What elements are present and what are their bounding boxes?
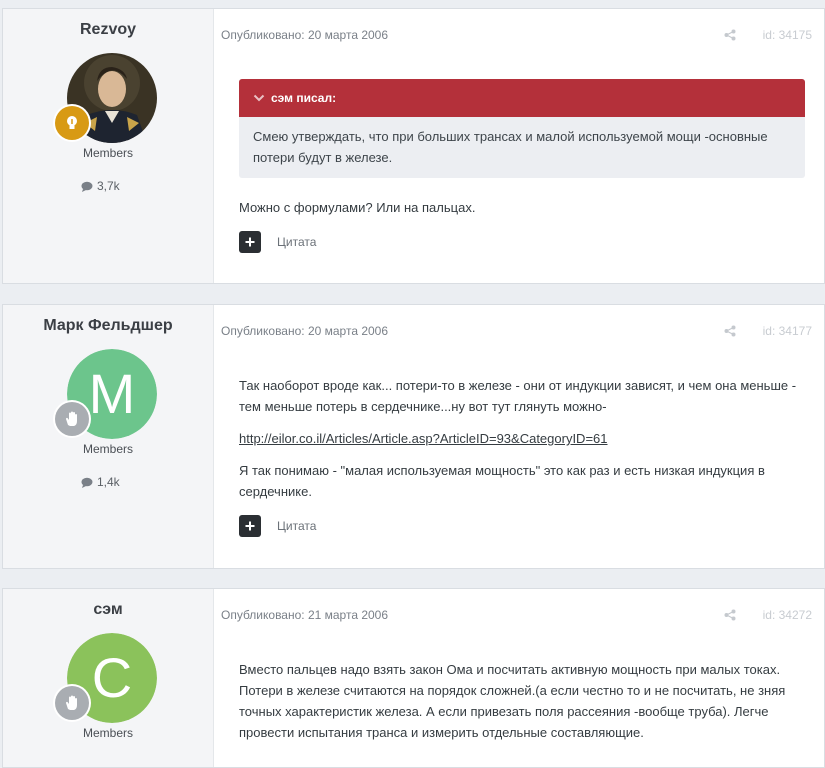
quote-button[interactable]: Цитата <box>239 231 316 253</box>
share-icon[interactable] <box>724 29 736 44</box>
rank-badge <box>55 686 89 720</box>
post-id[interactable]: id: 34177 <box>763 324 812 338</box>
external-link[interactable]: http://eilor.co.il/Articles/Article.asp?… <box>239 431 608 446</box>
quote-button-label: Цитата <box>277 519 317 533</box>
post-date[interactable]: Опубликовано: 21 марта 2006 <box>221 608 388 622</box>
post-content: Опубликовано: 20 марта 2006 id: 34175 сэ… <box>213 9 824 283</box>
post-content: Опубликовано: 20 марта 2006 id: 34177 Та… <box>213 305 824 568</box>
post-34177: Марк Фельдшер M Members 1,4k Опубликован… <box>2 304 825 569</box>
post-34175: Rezvoy Members 3,7k Опубликовано: 20 мар… <box>2 8 825 284</box>
quote-text: Смею утверждать, что при больших трансах… <box>253 129 768 165</box>
hand-icon <box>66 695 77 710</box>
post-date[interactable]: Опубликовано: 20 марта 2006 <box>221 28 388 42</box>
post-id[interactable]: id: 34175 <box>763 28 812 42</box>
comment-icon <box>81 181 93 192</box>
author-name[interactable]: Марк Фельдшер <box>3 317 213 335</box>
quote-header[interactable]: сэм писал: <box>239 79 805 117</box>
hand-icon <box>66 411 77 426</box>
post-body-paragraph: Я так понимаю - "малая используемая мощн… <box>239 463 765 499</box>
post-count: 3,7k <box>81 179 120 193</box>
quote-button[interactable]: Цитата <box>239 515 316 537</box>
rank-badge <box>55 402 89 436</box>
post-date[interactable]: Опубликовано: 20 марта 2006 <box>221 324 388 338</box>
post-body: Вместо пальцев надо взять закон Ома и по… <box>239 662 786 740</box>
plus-icon <box>239 231 261 253</box>
member-group: Members <box>82 726 133 740</box>
author-name[interactable]: сэм <box>3 601 213 619</box>
lightbulb-icon <box>67 116 77 129</box>
post-content: Опубликовано: 21 марта 2006 id: 34272 Вм… <box>213 589 824 767</box>
post-count-value: 3,7k <box>97 179 120 193</box>
quote-block: сэм писал: Смею утверждать, что при боль… <box>239 79 805 178</box>
plus-icon <box>239 515 261 537</box>
chevron-down-icon <box>253 94 265 102</box>
author-panel: Rezvoy Members 3,7k <box>3 9 214 283</box>
author-panel: Марк Фельдшер M Members 1,4k <box>3 305 214 568</box>
author-panel: сэм C Members <box>3 589 214 767</box>
author-name[interactable]: Rezvoy <box>3 21 213 39</box>
member-group: Members <box>82 442 133 456</box>
post-34272: сэм C Members Опубликовано: 21 марта 200… <box>2 588 825 768</box>
post-count: 1,4k <box>81 475 120 489</box>
post-count-value: 1,4k <box>97 475 120 489</box>
rank-badge <box>55 106 89 140</box>
post-body-paragraph: Так наоборот вроде как... потери-то в же… <box>239 378 797 414</box>
share-icon[interactable] <box>724 609 736 624</box>
quote-author: сэм писал: <box>271 91 337 105</box>
share-icon[interactable] <box>724 325 736 340</box>
member-group: Members <box>82 146 133 160</box>
post-link-paragraph: http://eilor.co.il/Articles/Article.asp?… <box>239 428 804 449</box>
comment-icon <box>81 477 93 488</box>
post-body: Можно с формулами? Или на пальцах. <box>239 200 476 215</box>
post-id[interactable]: id: 34272 <box>763 608 812 622</box>
quote-button-label: Цитата <box>277 235 317 249</box>
